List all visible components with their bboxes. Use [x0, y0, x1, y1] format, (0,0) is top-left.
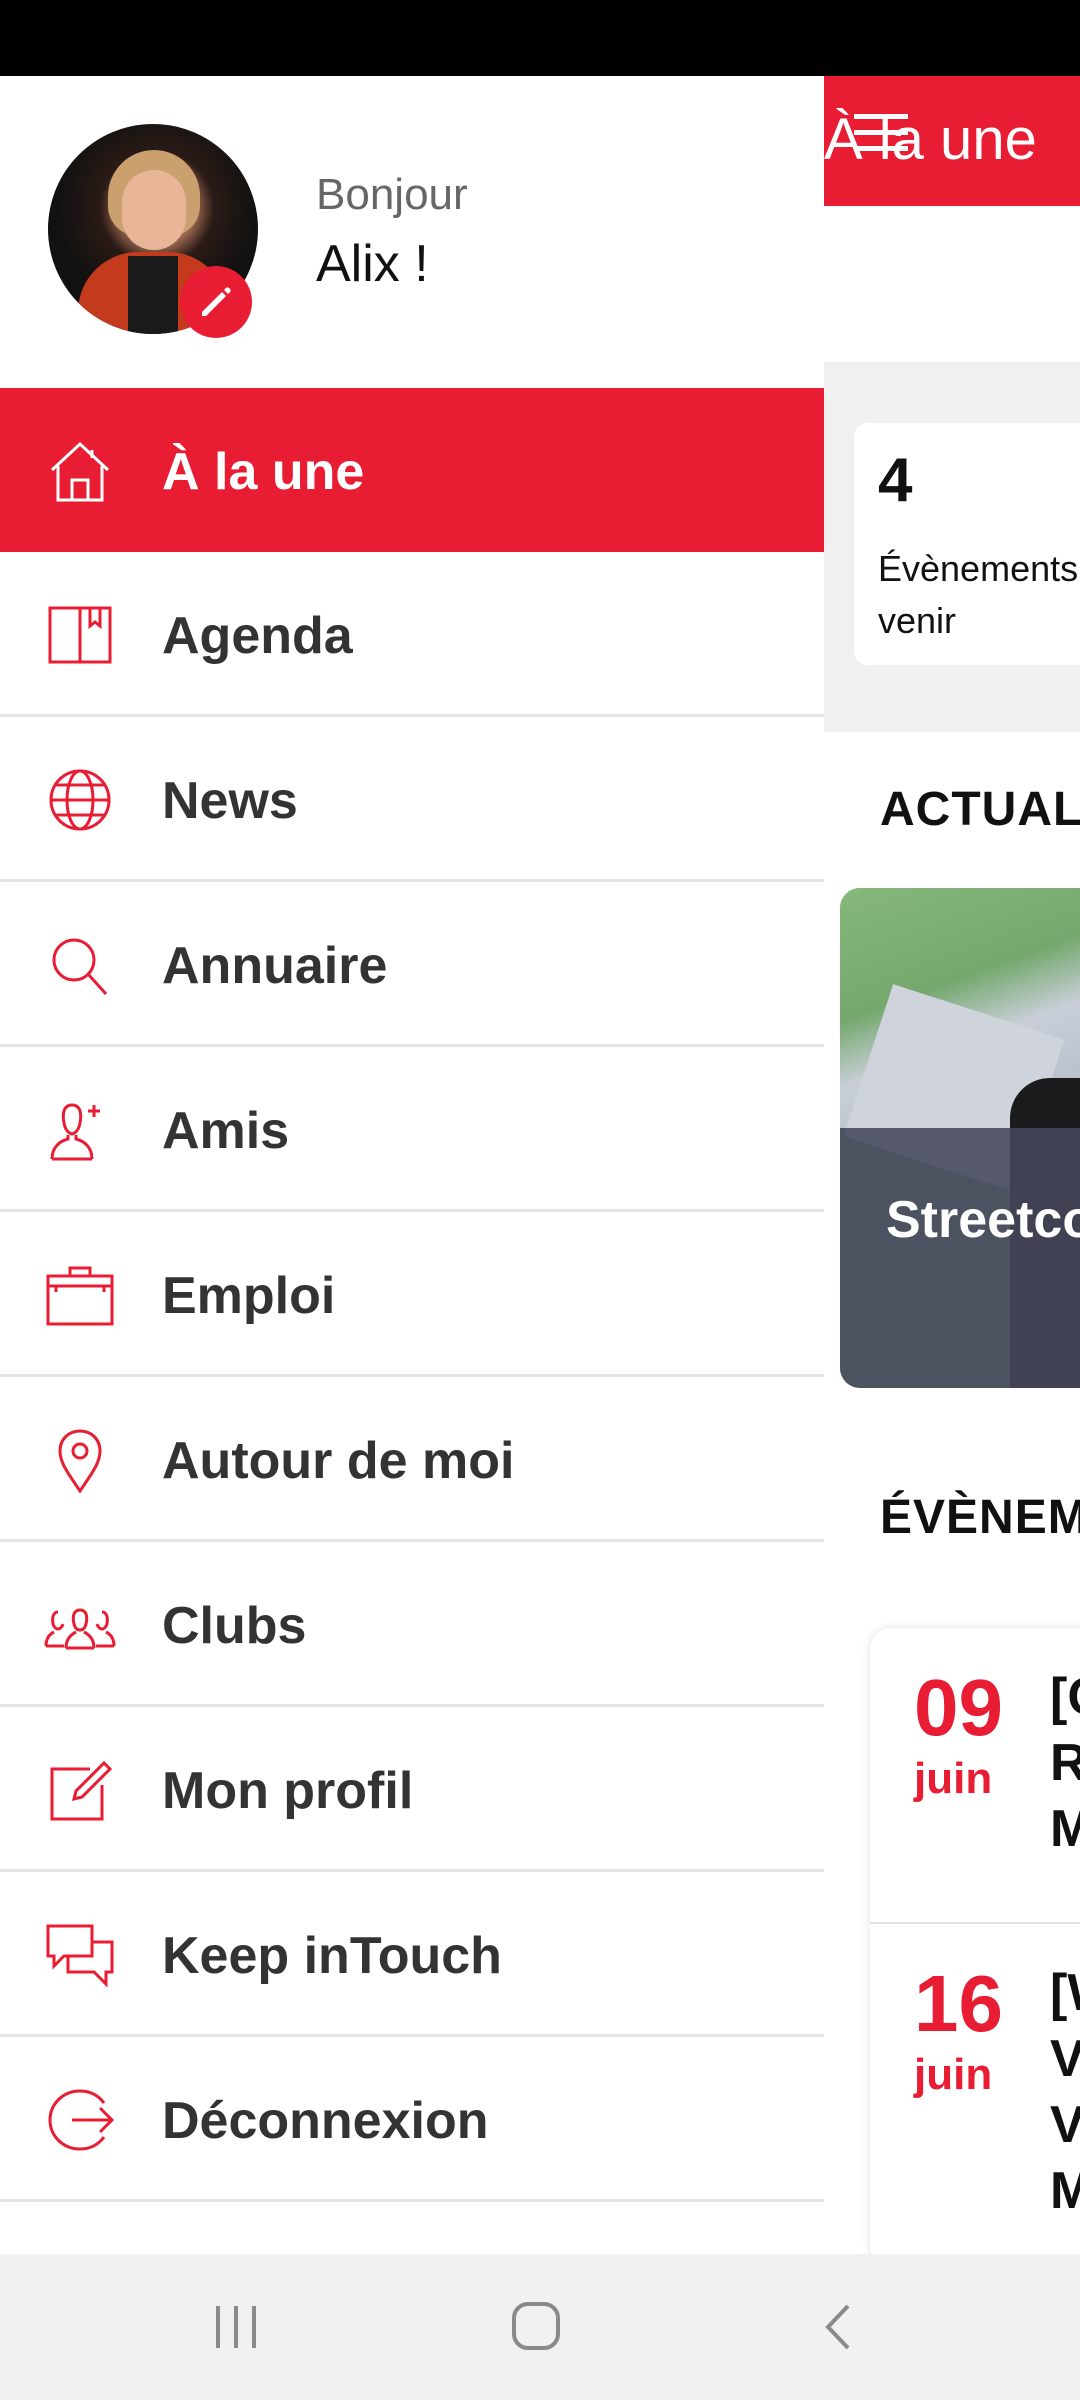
avatar-top: [128, 256, 178, 334]
menu-item-a-la-une[interactable]: À la une: [0, 388, 824, 552]
events-list: 09 juin [C R M 16 juin [W V V M: [870, 1628, 1080, 2254]
event-item[interactable]: 09 juin [C R M: [870, 1628, 1080, 1924]
menu-label: Amis: [162, 1102, 290, 1160]
menu-item-autour-de-moi[interactable]: Autour de moi: [0, 1377, 824, 1542]
menu-label: À la une: [162, 443, 365, 501]
event-item[interactable]: 16 juin [W V V M: [870, 1924, 1080, 2220]
drawer-menu: À la une Agenda News Annuaire Amis Emplo…: [0, 388, 824, 2202]
menu-item-agenda[interactable]: Agenda: [0, 552, 824, 717]
menu-item-emploi[interactable]: Emploi: [0, 1212, 824, 1377]
edit-profile-icon: [50, 1760, 113, 1821]
menu-item-keep-intouch[interactable]: Keep inTouch: [0, 1872, 824, 2037]
system-navigation-bar: [0, 2254, 1080, 2400]
event-title: [W V V M: [1050, 1964, 1080, 2220]
event-month: juin: [914, 2050, 993, 2099]
stat-label: Évènements à venir: [878, 548, 1080, 641]
location-pin-icon: [58, 1429, 102, 1493]
greeting-text: Bonjour: [316, 170, 468, 219]
menu-label: Mon profil: [162, 1762, 414, 1820]
pencil-icon: [202, 287, 231, 316]
globe-icon: [49, 769, 111, 831]
briefcase-icon: [46, 1266, 114, 1326]
event-title: [C R M: [1050, 1668, 1080, 1858]
main-screen: À la une 4 Évènements à venir ACTUALITÉS…: [824, 76, 1080, 2254]
stat-value: 4: [878, 446, 913, 515]
home-icon: [50, 441, 110, 502]
main-header: À la une: [824, 76, 1080, 206]
header-spacer: [824, 206, 1080, 362]
add-friend-icon: [50, 1103, 100, 1161]
chat-icon: [46, 1924, 114, 1988]
events-stat-card[interactable]: 4 Évènements à venir: [854, 423, 1080, 665]
menu-item-annuaire[interactable]: Annuaire: [0, 882, 824, 1047]
menu-item-mon-profil[interactable]: Mon profil: [0, 1707, 824, 1872]
recent-apps-icon[interactable]: [196, 2294, 276, 2360]
menu-label: Autour de moi: [162, 1432, 515, 1490]
menu-item-clubs[interactable]: Clubs: [0, 1542, 824, 1707]
event-day: 16: [914, 1959, 1003, 2048]
menu-label: Clubs: [162, 1597, 307, 1655]
menu-label: Agenda: [162, 607, 353, 665]
news-section-title: ACTUALITÉS: [880, 783, 1080, 836]
avatar-face: [122, 170, 186, 250]
menu-item-news[interactable]: News: [0, 717, 824, 882]
book-icon: [48, 606, 112, 664]
search-icon: [52, 938, 108, 996]
news-title-band: [840, 1128, 1080, 1388]
news-card-title: Streetco, le GPS piéton: [886, 1191, 1080, 1249]
user-name: Alix !: [316, 235, 429, 293]
news-card[interactable]: Streetco, le GPS piéton: [840, 888, 1080, 1388]
navigation-drawer: Bonjour Alix ! À la une Agenda News Annu…: [0, 76, 824, 2254]
menu-label: Emploi: [162, 1267, 336, 1325]
event-day: 09: [914, 1663, 1003, 1752]
event-month: juin: [914, 1754, 993, 1803]
menu-item-deconnexion[interactable]: Déconnexion: [0, 2037, 824, 2202]
menu-icon[interactable]: [854, 112, 908, 152]
edit-avatar-button[interactable]: [180, 266, 252, 338]
status-bar: [0, 0, 1080, 76]
menu-label: News: [162, 772, 298, 830]
menu-label: Keep inTouch: [162, 1927, 502, 1985]
back-icon[interactable]: [800, 2294, 880, 2360]
home-button-icon[interactable]: [496, 2294, 576, 2360]
logout-icon: [48, 2089, 115, 2151]
group-icon: [44, 1608, 116, 1650]
menu-item-amis[interactable]: Amis: [0, 1047, 824, 1212]
page-title: À la une: [824, 106, 1037, 173]
drawer-header: Bonjour Alix !: [0, 76, 824, 388]
events-section-title: ÉVÈNEMENTS: [880, 1491, 1080, 1544]
menu-label: Annuaire: [162, 937, 388, 995]
menu-label: Déconnexion: [162, 2092, 489, 2150]
